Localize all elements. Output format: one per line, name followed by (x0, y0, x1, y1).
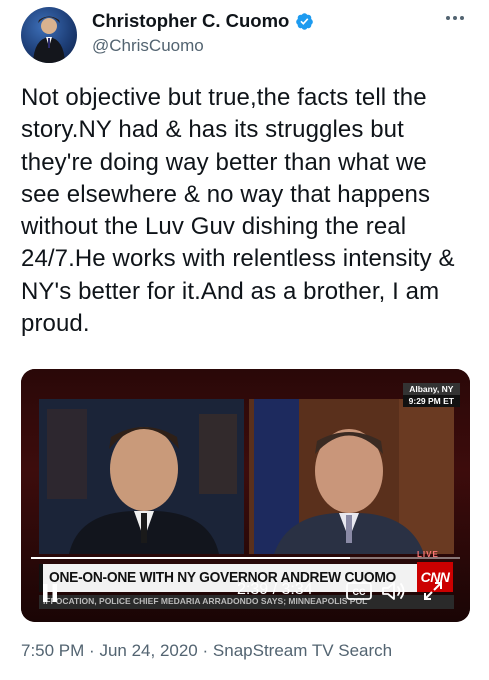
pause-button[interactable] (41, 582, 59, 604)
closed-captions-button[interactable]: CC (346, 582, 372, 600)
tweet-source[interactable]: SnapStream TV Search (213, 641, 392, 660)
verified-badge-icon (296, 12, 314, 30)
chyron-headline: ONE-ON-ONE WITH NY GOVERNOR ANDREW CUOMO (49, 569, 396, 586)
location-bug: Albany, NY 9:29 PM ET (402, 383, 460, 407)
broadcast-time: 9:29 PM ET (402, 395, 460, 407)
video-panel-anchor (39, 399, 244, 554)
volume-icon (382, 582, 405, 600)
avatar[interactable] (21, 7, 77, 63)
tweet-time[interactable]: 7:50 PM (21, 641, 84, 660)
name-row: Christopher C. Cuomo (92, 10, 314, 32)
progress-fill (31, 557, 350, 559)
progress-bar[interactable] (31, 557, 460, 559)
video-player[interactable]: Albany, NY 9:29 PM ET LIVE ONE-ON-ONE WI… (21, 369, 470, 622)
handle[interactable]: @ChrisCuomo (92, 36, 204, 56)
cc-label: CC (353, 587, 366, 597)
volume-button[interactable] (381, 580, 407, 602)
pause-icon (43, 584, 57, 602)
governor-figure (249, 399, 454, 554)
video-timecode: 2:39 / 3:34 (237, 581, 313, 598)
tweet-date[interactable]: Jun 24, 2020 (99, 641, 197, 660)
tweet-text: Not objective but true,the facts tell th… (21, 84, 462, 338)
meta-separator-2: · (202, 641, 209, 660)
video-panel-governor (249, 399, 454, 554)
display-name[interactable]: Christopher C. Cuomo (92, 10, 289, 32)
fullscreen-button[interactable] (422, 580, 444, 602)
anchor-figure (39, 399, 244, 554)
broadcast-location: Albany, NY (402, 383, 460, 395)
more-options-button[interactable] (443, 6, 467, 30)
tweet-meta: 7:50 PM · Jun 24, 2020 · SnapStream TV S… (21, 641, 392, 661)
tweet-header: Christopher C. Cuomo @ChrisCuomo (0, 0, 489, 75)
avatar-portrait (33, 16, 65, 63)
more-options-icon (446, 16, 464, 20)
fullscreen-icon (424, 582, 442, 600)
closed-captions-icon: CC (346, 582, 372, 600)
ticker-text: IFFOCATION, POLICE CHIEF MEDARIA ARRADON… (43, 596, 368, 606)
meta-separator-1: · (89, 641, 95, 660)
